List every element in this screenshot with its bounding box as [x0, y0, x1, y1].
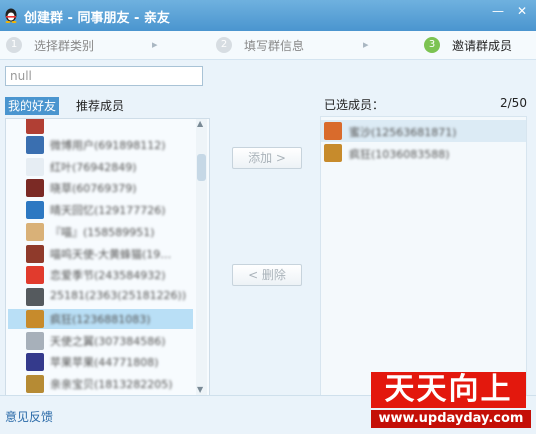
- tab-my-friends[interactable]: 我的好友: [5, 97, 60, 115]
- feedback-link[interactable]: 意见反馈: [5, 408, 53, 425]
- step-number: 1: [6, 37, 22, 53]
- avatar: [324, 144, 342, 162]
- friend-name: 『喵』(158589951): [50, 226, 155, 239]
- list-item[interactable]: 喵呜天使-大黄蜂猫(19…: [8, 244, 193, 264]
- avatar: [26, 158, 44, 176]
- avatar: [26, 179, 44, 197]
- friend-list: 微博用户(691898112) 红叶(76942849) 晓草(60769379…: [5, 118, 210, 397]
- list-item[interactable]: 『喵』(158589951): [8, 222, 193, 242]
- list-item[interactable]: 25181(2363(25181226)): [8, 287, 193, 307]
- close-button[interactable]: ✕: [510, 2, 534, 20]
- selected-member-item[interactable]: 蜜沙(12563681871): [321, 120, 526, 142]
- minimize-button[interactable]: —: [486, 2, 510, 20]
- list-item[interactable]: 恋爱季节(243584932): [8, 265, 193, 285]
- avatar: [26, 119, 44, 134]
- step-label: 选择群类别: [34, 38, 95, 53]
- friend-name: 喵呜天使-大黄蜂猫(19…: [50, 248, 172, 261]
- friend-name: 晴天回忆(129177726): [50, 204, 166, 217]
- list-item[interactable]: 晓草(60769379): [8, 178, 193, 198]
- friend-name: 苹果苹果(44771808): [50, 356, 159, 369]
- list-item[interactable]: [8, 119, 193, 135]
- friend-name: 亲亲宝贝(1813282205): [50, 378, 173, 391]
- window-title: 创建群 - 同事朋友 - 亲友: [24, 11, 170, 26]
- avatar: [26, 201, 44, 219]
- avatar: [26, 375, 44, 393]
- step-number: 3: [424, 37, 440, 53]
- list-item[interactable]: 亲亲宝贝(1813282205): [8, 374, 193, 394]
- friend-name: 晓草(60769379): [50, 182, 137, 195]
- step-arrow-icon: ▸: [152, 38, 158, 51]
- step-label: 填写群信息: [244, 38, 305, 53]
- wizard-steps: 1 选择群类别 ▸ 2 填写群信息 ▸ 3 邀请群成员: [0, 31, 536, 60]
- friend-name: 微博用户(691898112): [50, 139, 166, 152]
- friend-name: 疯狂(1236881083): [50, 313, 151, 326]
- avatar: [26, 245, 44, 263]
- avatar: [26, 136, 44, 154]
- avatar: [26, 266, 44, 284]
- list-item[interactable]: 苹果苹果(44771808): [8, 352, 193, 372]
- scroll-up-icon[interactable]: ▲: [197, 119, 203, 128]
- member-name: 蜜沙(12563681871): [349, 126, 457, 139]
- list-item[interactable]: 微博用户(691898112): [8, 135, 193, 155]
- list-item[interactable]: 晴天回忆(129177726): [8, 200, 193, 220]
- step-invite-members: 3 邀请群成员: [424, 36, 512, 54]
- qq-penguin-icon: [5, 8, 17, 23]
- step-select-category: 1 选择群类别: [6, 36, 94, 54]
- avatar: [324, 122, 342, 140]
- avatar: [26, 288, 44, 306]
- list-item[interactable]: 红叶(76942849): [8, 157, 193, 177]
- friend-name: 天使之翼(307384586): [50, 335, 166, 348]
- step-number: 2: [216, 37, 232, 53]
- watermark-logo: 天天向上 www.updayday.com: [371, 372, 531, 430]
- friend-name: 红叶(76942849): [50, 161, 137, 174]
- selected-count: 2/50: [500, 96, 527, 110]
- scroll-down-icon[interactable]: ▼: [197, 385, 203, 394]
- list-item[interactable]: 天使之翼(307384586): [8, 331, 193, 351]
- step-arrow-icon: ▸: [363, 38, 369, 51]
- scrollbar-thumb[interactable]: [197, 154, 206, 181]
- friend-name: 25181(2363(25181226)): [50, 289, 187, 302]
- selected-members-label: 已选成员：: [324, 98, 385, 112]
- avatar: [26, 353, 44, 371]
- title-bar: 创建群 - 同事朋友 - 亲友 — ✕: [0, 0, 536, 31]
- selected-member-item[interactable]: 疯狂(1036083588): [321, 142, 526, 164]
- avatar: [26, 310, 44, 328]
- friend-name: 恋爱季节(243584932): [50, 269, 166, 282]
- step-label: 邀请群成员: [452, 38, 513, 53]
- remove-member-button[interactable]: < 删除: [232, 264, 302, 286]
- selected-members-list: 蜜沙(12563681871) 疯狂(1036083588): [320, 116, 527, 397]
- list-item-selected[interactable]: 疯狂(1236881083): [8, 309, 193, 329]
- step-fill-info: 2 填写群信息: [216, 36, 304, 54]
- avatar: [26, 332, 44, 350]
- watermark-title: 天天向上: [371, 372, 526, 408]
- member-name: 疯狂(1036083588): [349, 148, 450, 161]
- search-input[interactable]: null: [5, 66, 203, 86]
- add-member-button[interactable]: 添加 >: [232, 147, 302, 169]
- watermark-url: www.updayday.com: [371, 410, 531, 428]
- avatar: [26, 223, 44, 241]
- tab-recommended[interactable]: 推荐成员: [73, 97, 127, 115]
